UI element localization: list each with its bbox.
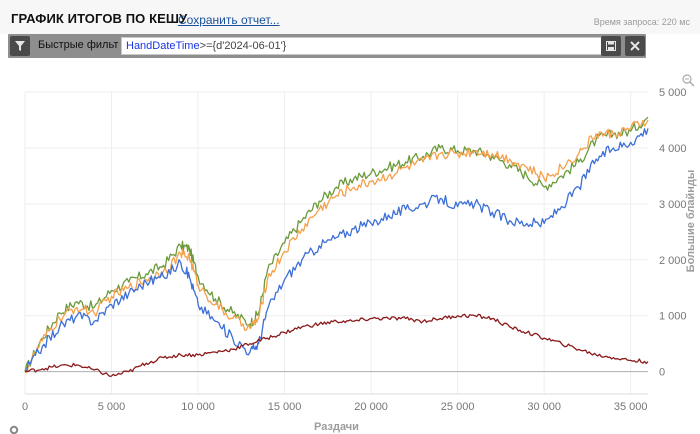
y-tick-label: 2 000	[659, 255, 687, 267]
y-tick-label: 3 000	[659, 199, 687, 211]
y-axis-label: Большие блайнды	[685, 170, 697, 273]
x-tick-label: 30 000	[527, 401, 561, 413]
x-axis-label: Раздачи	[314, 421, 359, 433]
y-tick-label: 1 000	[659, 311, 687, 323]
query-time-label: Время запроса: 220 мс	[593, 17, 690, 27]
quick-filter-bar: Быстрые фильт HandDateTime>={d'2024-06-0…	[8, 34, 646, 58]
filter-icon[interactable]	[10, 36, 30, 56]
filter-query-keyword: HandDateTime	[126, 40, 200, 52]
filter-query-condition: >={d'2024-06-01'}	[199, 40, 287, 52]
x-tick-label: 10 000	[181, 401, 215, 413]
close-icon	[630, 41, 640, 51]
cash-results-chart: 0 1 000 2 000 3 000 4 000 5 000 0 5 000 10 000 15…	[22, 87, 697, 433]
series-line-0	[24, 116, 649, 372]
page-title: ГРАФИК ИТОГОВ ПО КЕШУ	[11, 11, 188, 26]
quick-filter-input[interactable]: HandDateTime>={d'2024-06-01'}	[121, 37, 608, 55]
series-line-1	[24, 119, 649, 374]
series-line-2	[24, 128, 649, 373]
save-report-link[interactable]: Сохранить отчет...	[178, 13, 280, 27]
save-icon	[606, 41, 616, 51]
x-tick-label: 25 000	[441, 401, 475, 413]
x-tick-label: 5 000	[98, 401, 126, 413]
y-tick-label: 4 000	[659, 143, 687, 155]
quick-filter-label: Быстрые фильт	[38, 39, 119, 51]
x-tick-label: 20 000	[354, 401, 388, 413]
y-tick-label: 5 000	[659, 87, 687, 99]
x-tick-label: 35 000	[614, 401, 648, 413]
series-line-3	[24, 313, 649, 378]
gear-icon[interactable]	[8, 424, 20, 434]
y-tick-label: 0	[659, 367, 665, 379]
save-filter-button[interactable]	[601, 36, 621, 56]
report-header: ГРАФИК ИТОГОВ ПО КЕШУ Сохранить отчет...…	[0, 0, 700, 34]
x-tick-label: 15 000	[268, 401, 302, 413]
clear-filter-button[interactable]	[625, 36, 645, 56]
x-tick-label: 0	[22, 401, 28, 413]
